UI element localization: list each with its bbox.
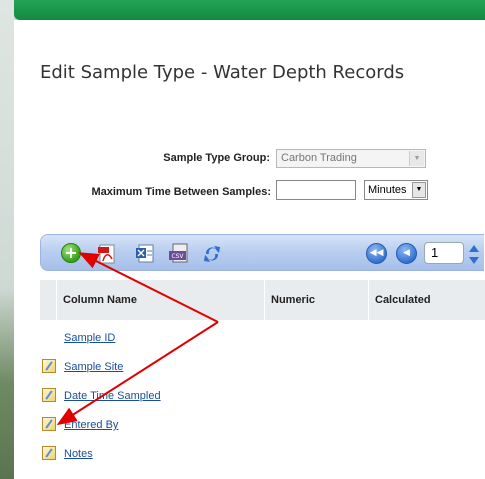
sample-type-group-value: Carbon Trading <box>281 152 357 164</box>
csv-icon[interactable]: CSV <box>168 243 190 265</box>
table-row: Sample ID <box>27 324 471 352</box>
refresh-icon[interactable] <box>201 243 223 265</box>
row-name-link[interactable]: Date Time Sampled <box>64 390 161 402</box>
background-landscape <box>0 0 14 479</box>
spin-up-icon[interactable] <box>469 245 479 252</box>
table-row: Notes <box>27 440 471 468</box>
sample-type-group-select: Carbon Trading ▼ <box>276 149 426 168</box>
add-icon[interactable]: + <box>61 243 81 263</box>
column-header-name[interactable]: Column Name <box>56 280 270 320</box>
sample-type-group-label: Sample Type Group: <box>163 152 270 164</box>
spin-down-icon[interactable] <box>469 257 479 264</box>
edit-icon[interactable] <box>42 359 56 373</box>
top-banner <box>14 0 485 20</box>
svg-text:CSV: CSV <box>171 253 184 260</box>
row-name-link[interactable]: Notes <box>64 448 93 460</box>
edit-icon[interactable] <box>42 417 56 431</box>
chevron-down-icon[interactable]: ▼ <box>412 182 426 198</box>
row-name-link[interactable]: Entered By <box>64 419 118 431</box>
row-name-link[interactable]: Sample Site <box>64 361 123 373</box>
time-unit-select[interactable]: Minutes ▼ <box>364 180 428 200</box>
first-page-icon[interactable]: ◀◀ <box>366 243 387 264</box>
pdf-icon[interactable] <box>96 243 118 265</box>
max-time-input[interactable] <box>276 180 356 200</box>
row-name-link[interactable]: Sample ID <box>64 332 115 344</box>
edit-icon[interactable] <box>42 388 56 402</box>
grid-header: Column Name Numeric Calculated <box>40 280 485 320</box>
table-row: Date Time Sampled <box>27 382 471 410</box>
max-time-label: Maximum Time Between Samples: <box>91 186 271 198</box>
table-row: Sample Site <box>27 353 471 381</box>
time-unit-value: Minutes <box>368 184 407 196</box>
excel-icon[interactable] <box>134 243 156 265</box>
chevron-down-icon: ▼ <box>409 151 424 166</box>
column-header-calculated[interactable]: Calculated <box>368 280 485 320</box>
page-number-input[interactable]: 1 <box>424 242 464 264</box>
column-header-numeric[interactable]: Numeric <box>264 280 372 320</box>
page-title: Edit Sample Type - Water Depth Records <box>40 62 405 83</box>
edit-icon[interactable] <box>42 446 56 460</box>
grid-toolbar: + CSV ◀◀ ◀ 1 <box>40 234 484 271</box>
table-row: Entered By <box>27 411 471 439</box>
previous-page-icon[interactable]: ◀ <box>396 243 417 264</box>
